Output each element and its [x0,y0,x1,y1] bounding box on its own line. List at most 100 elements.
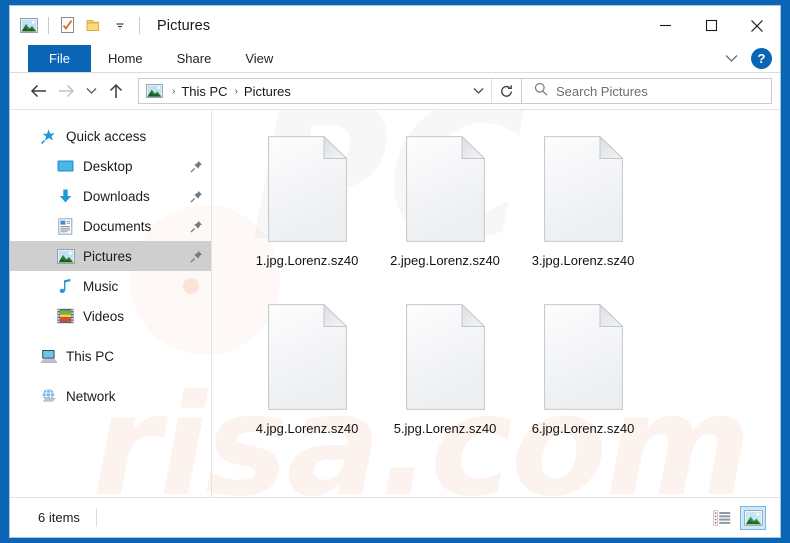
sidebar-item-desktop[interactable]: Desktop [10,151,211,181]
music-note-icon [56,277,75,296]
sidebar-item-quick-access[interactable]: Quick access [10,121,211,151]
search-placeholder: Search Pictures [556,84,648,99]
file-explorer-window: Pictures File Home Share View ? [9,5,781,538]
blank-document-icon [268,304,347,410]
sidebar-item-documents[interactable]: Documents [10,211,211,241]
sidebar-label-desktop: Desktop [83,159,133,174]
tab-home[interactable]: Home [91,45,160,72]
sidebar-item-downloads[interactable]: Downloads [10,181,211,211]
sidebar-label-quick-access: Quick access [66,129,146,144]
blank-document-icon [406,136,485,242]
address-chevron-down-icon[interactable] [465,79,491,103]
refresh-icon[interactable] [491,79,521,103]
large-icons-view-button[interactable] [740,506,766,530]
file-item[interactable]: 3.jpg.Lorenz.sz40 [514,127,652,295]
customize-chevron-icon[interactable] [110,16,130,36]
pin-icon[interactable] [190,160,203,173]
sidebar-item-this-pc[interactable]: This PC [10,341,211,371]
sidebar-item-network[interactable]: Network [10,381,211,411]
file-list-view[interactable]: 1.jpg.Lorenz.sz40 2.jpeg.Lorenz.sz40 [212,110,780,497]
file-icon-wrap [397,131,493,247]
file-item[interactable]: 6.jpg.Lorenz.sz40 [514,295,652,463]
file-grid: 1.jpg.Lorenz.sz40 2.jpeg.Lorenz.sz40 [238,127,780,463]
desktop-icon [56,157,75,176]
pictures-image-icon[interactable] [19,16,39,36]
ribbon-right-controls: ? [719,45,772,72]
file-icon-wrap [535,299,631,415]
file-name: 4.jpg.Lorenz.sz40 [240,421,374,437]
network-icon [39,387,58,406]
qat-divider-2 [139,17,140,34]
sidebar-label-network: Network [66,389,116,404]
status-bar: 6 items [10,497,780,537]
sidebar-label-videos: Videos [83,309,124,324]
pictures-image-icon [56,247,75,266]
file-name: 2.jpeg.Lorenz.sz40 [378,253,512,269]
minimize-button[interactable] [642,6,688,45]
downloads-arrow-icon [56,187,75,206]
file-icon-wrap [259,299,355,415]
window-controls [642,6,780,45]
quick-access-toolbar: Pictures [10,16,210,36]
sidebar-item-music[interactable]: Music [10,271,211,301]
breadcrumb-this-pc[interactable]: This PC [178,84,230,99]
file-icon-wrap [259,131,355,247]
item-count-label: 6 items [38,510,80,525]
blank-document-icon [406,304,485,410]
blank-document-icon [268,136,347,242]
address-bar[interactable]: › This PC › Pictures [138,78,522,104]
sidebar-gap-2 [10,371,211,381]
sidebar-item-pictures[interactable]: Pictures [10,241,211,271]
navigation-pane: Quick access Desktop [10,110,212,497]
file-item[interactable]: 4.jpg.Lorenz.sz40 [238,295,376,463]
sidebar-label-downloads: Downloads [83,189,150,204]
new-folder-icon[interactable] [84,16,104,36]
chevron-down-icon[interactable] [719,48,743,70]
file-name: 5.jpg.Lorenz.sz40 [378,421,512,437]
breadcrumb-separator-1[interactable]: › [168,86,178,97]
details-view-button[interactable] [709,506,735,530]
videos-film-icon [56,307,75,326]
maximize-button[interactable] [688,6,734,45]
tab-file[interactable]: File [28,45,91,72]
navigation-bar: › This PC › Pictures Search [10,73,780,109]
search-input[interactable]: Search Pictures [522,78,772,104]
breadcrumb-pictures[interactable]: Pictures [241,84,294,99]
documents-icon [56,217,75,236]
file-name: 1.jpg.Lorenz.sz40 [240,253,374,269]
file-item[interactable]: 1.jpg.Lorenz.sz40 [238,127,376,295]
view-mode-buttons [709,506,766,530]
sidebar-label-documents: Documents [83,219,151,234]
blank-document-icon [544,136,623,242]
file-name: 3.jpg.Lorenz.sz40 [516,253,650,269]
breadcrumb-separator-2[interactable]: › [231,86,241,97]
pin-icon[interactable] [190,250,203,263]
file-name: 6.jpg.Lorenz.sz40 [516,421,650,437]
sidebar-label-this-pc: This PC [66,349,114,364]
file-icon-wrap [535,131,631,247]
pin-icon[interactable] [190,220,203,233]
recent-locations-button[interactable] [80,78,102,104]
sidebar-item-videos[interactable]: Videos [10,301,211,331]
window-title: Pictures [157,18,210,34]
tab-view[interactable]: View [228,45,290,72]
title-bar: Pictures [10,6,780,45]
file-item[interactable]: 5.jpg.Lorenz.sz40 [376,295,514,463]
sidebar-gap-1 [10,331,211,341]
this-pc-icon [39,347,58,366]
qat-divider-1 [48,17,49,34]
address-pictures-icon [139,84,168,98]
file-item[interactable]: 2.jpeg.Lorenz.sz40 [376,127,514,295]
back-button[interactable] [24,78,52,104]
pin-icon[interactable] [190,190,203,203]
properties-icon[interactable] [58,16,78,36]
help-button[interactable]: ? [751,48,772,69]
sidebar-label-music: Music [83,279,118,294]
forward-button[interactable] [52,78,80,104]
search-icon [534,82,548,101]
up-button[interactable] [102,78,130,104]
star-pin-icon [39,127,58,146]
tab-share[interactable]: Share [160,45,229,72]
status-divider [96,508,97,527]
close-button[interactable] [734,6,780,45]
